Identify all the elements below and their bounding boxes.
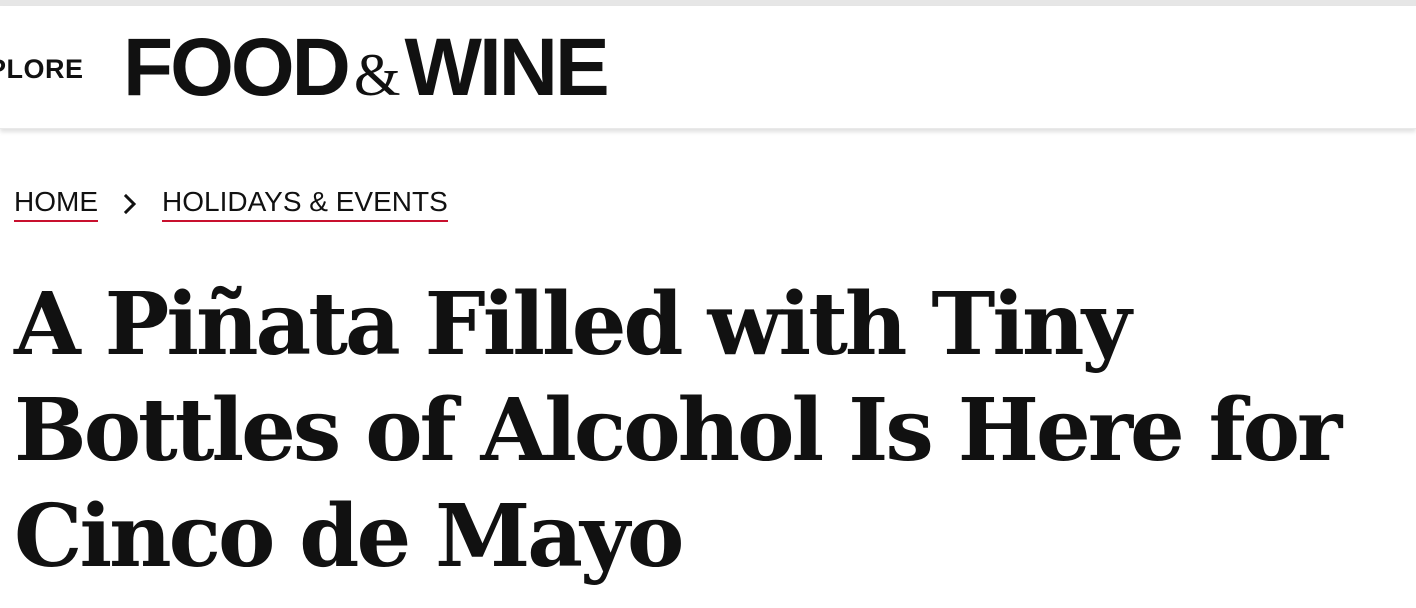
logo-ampersand: & xyxy=(353,42,401,108)
logo-food-text: FOOD xyxy=(123,22,351,113)
breadcrumb: HOME HOLIDAYS & EVENTS xyxy=(14,184,448,224)
food-and-wine-logo[interactable]: FOOD & WINE xyxy=(123,22,610,113)
chevron-right-icon xyxy=(98,188,162,220)
site-header: PLORE FOOD & WINE xyxy=(0,6,1416,129)
breadcrumb-holidays-events-link[interactable]: HOLIDAYS & EVENTS xyxy=(162,186,448,222)
breadcrumb-home-link[interactable]: HOME xyxy=(14,186,98,222)
explore-menu-button[interactable]: PLORE xyxy=(0,54,84,84)
logo-wine-text: WINE xyxy=(404,22,610,113)
article-headline: A Piñata Filled with Tiny Bottles of Alc… xyxy=(14,274,1342,587)
